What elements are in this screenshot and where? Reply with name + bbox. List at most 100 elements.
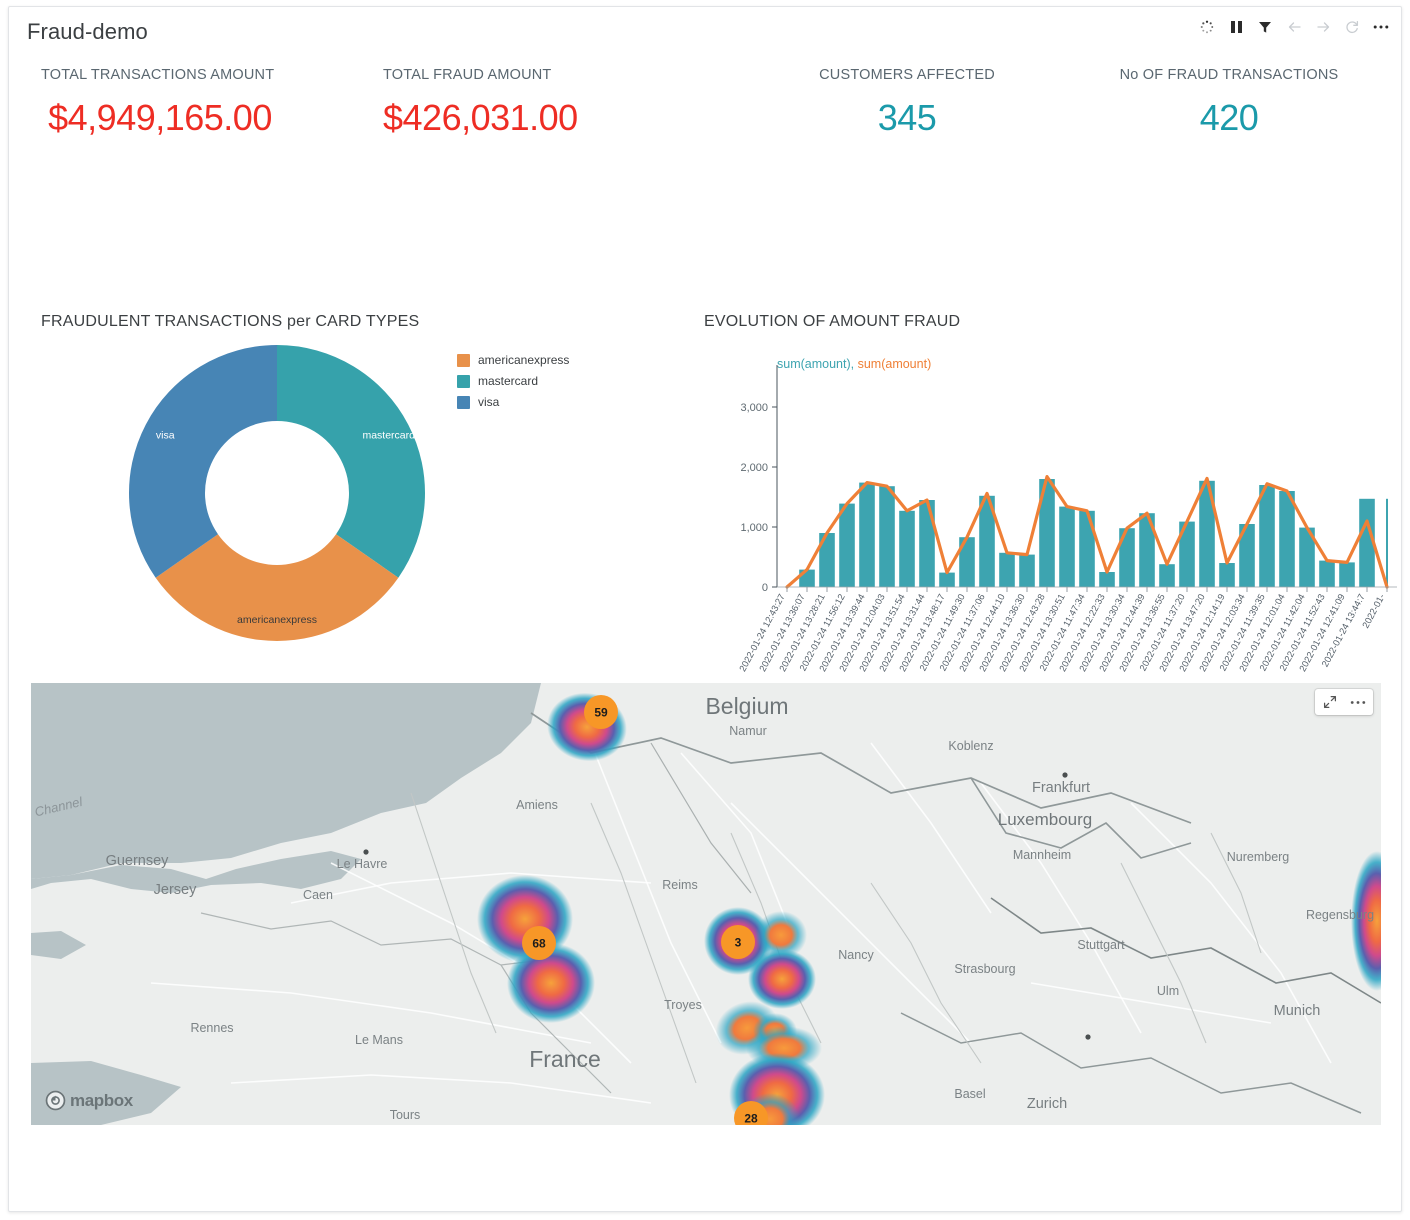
y-tick-label: 1,000 — [740, 522, 768, 534]
legend-item-mastercard[interactable]: mastercard — [457, 371, 569, 391]
map-city-dot — [363, 849, 369, 855]
kpi-label: No OF FRAUD TRANSACTIONS — [1119, 67, 1339, 83]
cluster-count: 59 — [594, 706, 608, 720]
donut-legend: americanexpress mastercard visa — [457, 350, 569, 413]
legend-swatch — [457, 374, 470, 388]
kpi-no-of-fraud-transactions: No OF FRAUD TRANSACTIONS 420 — [1069, 67, 1389, 139]
map-label: Tours — [390, 1108, 421, 1122]
forward-arrow-icon[interactable] — [1315, 19, 1331, 35]
cluster-count: 28 — [744, 1112, 758, 1126]
more-options-icon[interactable] — [1373, 19, 1389, 35]
donut-chart[interactable]: mastercard americanexpress visa — [107, 343, 447, 653]
loading-spinner-icon[interactable] — [1199, 19, 1215, 35]
bar[interactable] — [1019, 554, 1035, 587]
donut-slice-mastercard[interactable] — [277, 345, 426, 578]
map-label: Guernsey — [106, 853, 170, 869]
map-label: France — [529, 1046, 601, 1072]
map-cluster-marker[interactable]: 68 — [522, 926, 556, 960]
map-cluster-marker[interactable]: 59 — [584, 695, 618, 729]
kpi-value: 420 — [1199, 97, 1259, 138]
legend-swatch — [457, 395, 470, 409]
mapbox-attribution[interactable]: mapbox — [45, 1090, 133, 1111]
bar[interactable] — [939, 572, 955, 587]
y-tick-label: 2,000 — [740, 462, 768, 474]
map-label: Stuttgart — [1077, 938, 1125, 952]
cluster-count: 3 — [735, 936, 742, 950]
donut-slice-label: mastercard — [362, 430, 415, 442]
map-label: Belgium — [705, 693, 788, 719]
filter-icon[interactable] — [1257, 19, 1273, 35]
map-label: Luxembourg — [998, 810, 1093, 829]
bar[interactable] — [1259, 485, 1275, 587]
bar[interactable] — [879, 486, 895, 587]
legend-label: mastercard — [478, 374, 539, 388]
dashboard-toolbar — [1199, 17, 1389, 37]
donut-slice-visa[interactable] — [128, 345, 277, 578]
bar[interactable] — [1159, 564, 1175, 587]
bar[interactable] — [999, 552, 1015, 587]
map-label: Zurich — [1027, 1096, 1067, 1112]
bar[interactable] — [1279, 491, 1295, 587]
map-label: Innsbruck — [1252, 1124, 1307, 1125]
bar[interactable] — [859, 482, 875, 587]
y-tick-label: 0 — [762, 582, 768, 594]
legend-item-visa[interactable]: visa — [457, 392, 569, 412]
fraud-heatmap-map[interactable]: 59 68 3 28 sh Channel Guernsey Jersey Le Havre C… — [31, 683, 1381, 1125]
map-label: Munich — [1274, 1003, 1321, 1019]
bar[interactable] — [839, 503, 855, 587]
donut-chart-title: FRAUDULENT TRANSACTIONS per CARD TYPES — [41, 313, 420, 330]
cluster-count: 68 — [532, 937, 546, 951]
map-label: Rennes — [190, 1021, 233, 1035]
bar[interactable] — [1059, 506, 1075, 587]
bar[interactable] — [919, 500, 935, 587]
bar-line-chart[interactable]: sum(amount), sum(amount) 0 1,000 2,000 3,00… — [699, 335, 1401, 675]
back-arrow-icon[interactable] — [1286, 19, 1302, 35]
legend-swatch — [457, 353, 470, 367]
bar[interactable] — [1079, 510, 1095, 587]
legend-label: americanexpress — [478, 353, 570, 367]
legend-item-americanexpress[interactable]: americanexpress — [457, 350, 569, 370]
kpi-value: $426,031.00 — [383, 97, 578, 138]
donut-slice-label: americanexpress — [237, 614, 317, 626]
bar[interactable] — [1339, 562, 1355, 587]
mapbox-logo-icon — [45, 1090, 66, 1111]
legend-label: visa — [478, 395, 500, 409]
map-label: Jersey — [154, 882, 197, 898]
map-label: Caen — [303, 888, 333, 902]
kpi-label: TOTAL FRAUD AMOUNT — [383, 67, 552, 83]
kpi-total-transactions-amount: TOTAL TRANSACTIONS AMOUNT $4,949,165.00 — [41, 67, 279, 139]
map-label: Namur — [729, 724, 767, 738]
dashboard-root: Fraud-demo TOTAL TRANSACTIONS AMOUNT $4,… — [8, 6, 1402, 1212]
map-city-dot — [1062, 772, 1068, 778]
map-label: Frankfurt — [1032, 780, 1090, 796]
map-label: Le Havre — [337, 857, 388, 871]
map-label: Nuremberg — [1227, 850, 1290, 864]
kpi-label: CUSTOMERS AFFECTED — [819, 67, 995, 83]
kpi-value: $4,949,165.00 — [48, 97, 272, 138]
map-label: Basel — [954, 1087, 985, 1101]
bar[interactable] — [899, 510, 915, 587]
map-label: Reims — [662, 878, 697, 892]
page-title: Fraud-demo — [27, 19, 148, 44]
bar[interactable] — [1319, 560, 1335, 587]
heatmap-blob — [748, 949, 816, 1009]
chart-series-legend: sum(amount), sum(amount) — [777, 357, 931, 371]
refresh-icon[interactable] — [1344, 19, 1360, 35]
map-label: Ulm — [1157, 984, 1179, 998]
kpi-value: 345 — [877, 97, 937, 138]
map-label: Regensburg — [1306, 908, 1374, 922]
map-cluster-marker[interactable]: 3 — [721, 925, 755, 959]
map-label: Le Mans — [355, 1033, 403, 1047]
more-options-icon[interactable] — [1349, 693, 1367, 711]
expand-icon[interactable] — [1321, 693, 1339, 711]
bar[interactable] — [1099, 572, 1115, 587]
series-legend-line: sum(amount) — [857, 357, 932, 371]
bar[interactable] — [799, 569, 815, 587]
series-legend-bar: sum(amount), — [777, 357, 855, 371]
map-controls — [1315, 689, 1373, 715]
bar[interactable] — [1219, 563, 1235, 587]
map-label: Amiens — [516, 798, 558, 812]
amount-fraud-chart-panel: EVOLUTION OF AMOUNT FRAUD sum(amount), s… — [699, 305, 1401, 675]
pause-icon[interactable] — [1228, 19, 1244, 35]
mapbox-wordmark: mapbox — [70, 1090, 133, 1110]
